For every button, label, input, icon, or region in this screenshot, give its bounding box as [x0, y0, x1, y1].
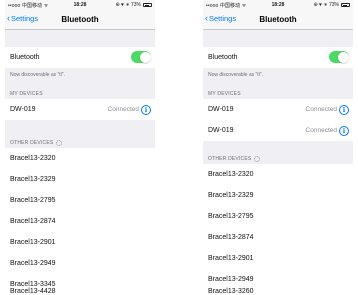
- bluetooth-label: Bluetooth: [10, 53, 40, 61]
- bluetooth-toggle[interactable]: [329, 51, 349, 63]
- device-name: Bracel13-2901: [10, 238, 56, 246]
- page-title: Bluetooth: [61, 15, 99, 24]
- device-name: DW-019: [208, 105, 234, 113]
- device-name: Bracel13-2320: [208, 170, 254, 178]
- bluetooth-toggle-row: Bluetooth: [203, 47, 353, 68]
- device-name: DW-019: [208, 126, 234, 134]
- my-devices-header-label: MY DEVICES: [10, 91, 43, 97]
- my-devices-header: MY DEVICES: [10, 91, 43, 97]
- info-icon[interactable]: i: [141, 104, 151, 115]
- device-name: Bracel13-2949: [10, 259, 56, 267]
- other-device-row[interactable]: Bracel13-2329: [203, 185, 353, 206]
- status-indicator-text: ⊕ ♥ ∗ 73%: [313, 2, 339, 8]
- device-name: Bracel13-2949: [208, 275, 254, 283]
- info-icon[interactable]: i: [339, 125, 349, 136]
- other-device-row[interactable]: Bracel13-2949: [5, 253, 155, 274]
- status-indicators: ⊕ ♥ ∗ 73%: [115, 2, 152, 8]
- other-device-row[interactable]: Bracel13-2874: [203, 227, 353, 248]
- device-status: Connected: [305, 106, 337, 113]
- status-indicators: ⊕ ♥ ∗ 73%: [313, 2, 350, 8]
- device-name: Bracel13-2874: [208, 233, 254, 241]
- phone-screen-left: ••ooo 中国移动 ᯤ 18:28 ⊕ ♥ ∗ 73% ‹ Settings …: [5, 0, 155, 295]
- device-name: Bracel13-2901: [208, 254, 254, 262]
- other-device-row[interactable]: Bracel13-2874: [5, 211, 155, 232]
- device-name: Bracel13-3260: [208, 288, 254, 295]
- other-device-row[interactable]: Bracel13-4428: [5, 287, 155, 295]
- bluetooth-toggle-row: Bluetooth: [5, 47, 155, 68]
- bluetooth-toggle[interactable]: [131, 51, 151, 63]
- other-device-row[interactable]: Bracel13-2795: [5, 190, 155, 211]
- battery-icon: [341, 3, 350, 7]
- info-icon[interactable]: i: [339, 104, 349, 115]
- other-device-row[interactable]: Bracel13-2795: [203, 206, 353, 227]
- device-status: Connected: [305, 127, 337, 134]
- device-name: Bracel13-2329: [208, 191, 254, 199]
- other-devices-header-label: OTHER DEVICES: [208, 156, 252, 162]
- status-bar: ••ooo 中国移动 ᯤ 18:28 ⊕ ♥ ∗ 73%: [203, 0, 353, 10]
- other-device-row[interactable]: Bracel13-2901: [203, 248, 353, 269]
- loading-spinner-icon: [254, 156, 261, 162]
- screenshot-stage: ••ooo 中国移动 ᯤ 18:28 ⊕ ♥ ∗ 73% ‹ Settings …: [0, 0, 358, 295]
- other-device-row[interactable]: Bracel13-2329: [5, 169, 155, 190]
- device-name: Bracel13-2795: [208, 212, 254, 220]
- device-row[interactable]: DW-019 Connected i: [203, 99, 353, 120]
- other-devices-header: OTHER DEVICES: [208, 156, 261, 162]
- status-indicator-text: ⊕ ♥ ∗ 73%: [115, 2, 141, 8]
- nav-bar: ‹ Settings Bluetooth: [5, 10, 155, 30]
- my-devices-header: MY DEVICES: [208, 91, 241, 97]
- bluetooth-label: Bluetooth: [208, 53, 238, 61]
- device-name: Bracel13-4428: [10, 288, 56, 295]
- discoverable-note: Now discoverable as "tl".: [208, 72, 263, 78]
- other-devices-header-label: OTHER DEVICES: [10, 140, 54, 146]
- device-name: Bracel13-2795: [10, 196, 56, 204]
- nav-bar: ‹ Settings Bluetooth: [203, 10, 353, 30]
- device-status: Connected: [107, 106, 139, 113]
- device-name: Bracel13-2320: [10, 154, 56, 162]
- phone-screen-right: ••ooo 中国移动 ᯤ 18:28 ⊕ ♥ ∗ 73% ‹ Settings …: [203, 0, 353, 295]
- my-devices-header-label: MY DEVICES: [208, 91, 241, 97]
- device-name: DW-019: [10, 105, 36, 113]
- other-device-row[interactable]: Bracel13-3260: [203, 287, 353, 295]
- discoverable-note: Now discoverable as "tl".: [10, 72, 65, 78]
- other-devices-header: OTHER DEVICES: [10, 140, 63, 146]
- status-bar: ••ooo 中国移动 ᯤ 18:28 ⊕ ♥ ∗ 73%: [5, 0, 155, 10]
- other-device-row[interactable]: Bracel13-2901: [5, 232, 155, 253]
- device-name: Bracel13-2874: [10, 217, 56, 225]
- device-row[interactable]: DW-019 Connected i: [5, 99, 155, 120]
- device-name: Bracel13-2329: [10, 175, 56, 183]
- page-title: Bluetooth: [259, 15, 297, 24]
- toggle-knob: [139, 51, 151, 63]
- toggle-knob: [337, 51, 349, 63]
- battery-icon: [143, 3, 152, 7]
- other-device-row[interactable]: Bracel13-2320: [203, 164, 353, 185]
- other-device-row[interactable]: Bracel13-2320: [5, 148, 155, 169]
- loading-spinner-icon: [56, 140, 63, 146]
- device-row[interactable]: DW-019 Connected i: [203, 120, 353, 141]
